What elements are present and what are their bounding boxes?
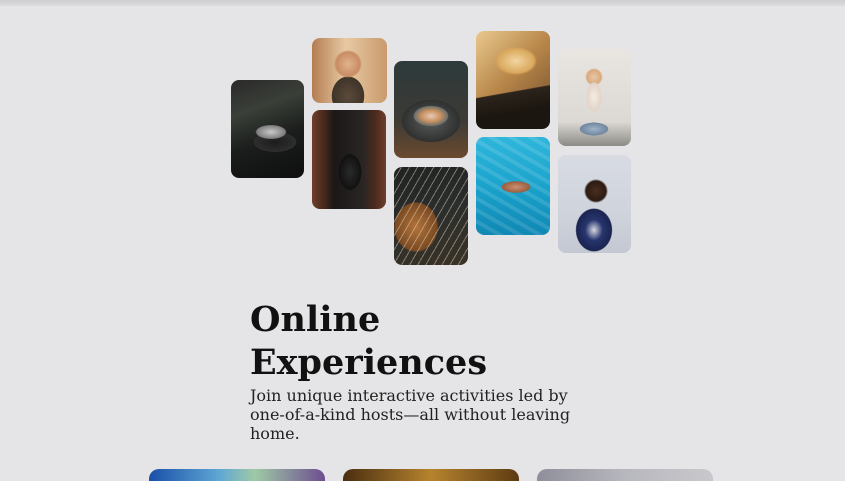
hero-description: Join unique interactive activities led b… [250, 386, 571, 443]
dancer-doorway-photo[interactable] [312, 110, 386, 209]
experience-card-1[interactable] [149, 469, 325, 481]
yoga-photo[interactable] [558, 49, 631, 146]
food-bowl-photo[interactable] [394, 61, 468, 158]
guitar-photo[interactable] [394, 167, 468, 265]
swimmer-photo[interactable] [476, 137, 550, 235]
experience-card-3[interactable] [537, 469, 713, 481]
woman-cooking-photo[interactable] [312, 38, 387, 103]
singer-photo[interactable] [558, 155, 631, 253]
hero-section: Online Experiences Join unique interacti… [250, 298, 590, 443]
top-bar [0, 0, 845, 6]
cooking-photo[interactable] [231, 80, 304, 178]
experience-card-2[interactable] [343, 469, 519, 481]
piano-microphone-photo[interactable] [476, 31, 550, 129]
page-title: Online Experiences [250, 299, 488, 383]
